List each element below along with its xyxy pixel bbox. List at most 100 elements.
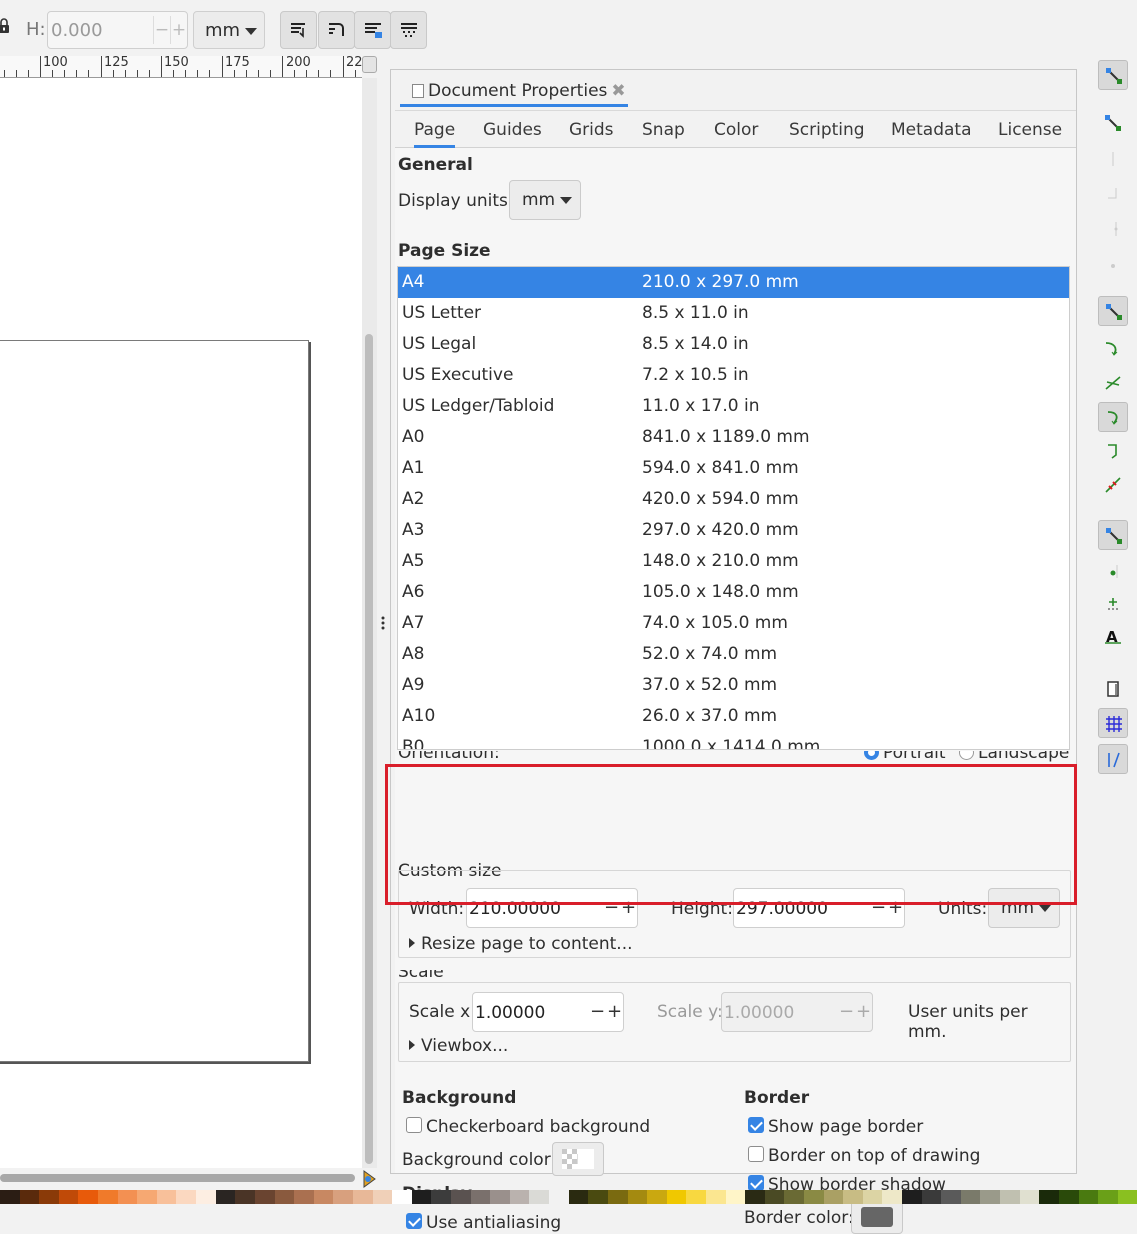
palette-swatch[interactable] (529, 1190, 550, 1204)
snap-text-baseline-button[interactable]: A (1098, 622, 1128, 652)
increment-icon[interactable]: + (170, 16, 187, 44)
palette-swatch[interactable] (0, 1190, 20, 1204)
list-item[interactable]: A2 420.0 x 594.0 mm (398, 484, 1069, 515)
palette-swatch[interactable] (1019, 1190, 1040, 1204)
landscape-radio[interactable] (959, 751, 974, 760)
border-on-top-checkbox[interactable] (748, 1146, 764, 1162)
close-icon[interactable]: ✖ (611, 81, 625, 101)
list-item[interactable]: US Executive 7.2 x 10.5 in (398, 360, 1069, 391)
decrement-icon[interactable]: − (590, 998, 605, 1026)
snap-bbox-center-button[interactable] (1098, 248, 1128, 278)
snap-intersections-button[interactable] (1098, 368, 1128, 398)
palette-swatch[interactable] (176, 1190, 197, 1204)
display-units-dropdown[interactable]: mm (509, 180, 581, 220)
palette-swatch[interactable] (1078, 1190, 1099, 1204)
palette-swatch[interactable] (803, 1190, 824, 1204)
palette-swatch[interactable] (352, 1190, 373, 1204)
scale-x-input[interactable] (475, 1002, 585, 1024)
snap-others-button[interactable] (1098, 520, 1128, 550)
enable-snapping-button[interactable] (1098, 60, 1128, 90)
color-palette[interactable] (0, 1190, 1137, 1204)
ruler-corner-button[interactable] (362, 56, 377, 73)
palette-swatch[interactable] (117, 1190, 138, 1204)
palette-swatch[interactable] (1000, 1190, 1020, 1204)
palette-swatch[interactable] (1098, 1190, 1118, 1204)
snap-nodes-button[interactable] (1098, 296, 1128, 326)
palette-swatch[interactable] (686, 1190, 706, 1204)
palette-swatch[interactable] (705, 1190, 726, 1204)
snap-guides-button[interactable] (1098, 744, 1128, 774)
scrollbar-thumb[interactable] (0, 1174, 355, 1182)
list-item[interactable]: US Letter 8.5 x 11.0 in (398, 298, 1069, 329)
list-item[interactable]: A4 210.0 x 297.0 mm (398, 267, 1069, 298)
palette-swatch[interactable] (372, 1190, 393, 1204)
palette-swatch[interactable] (215, 1190, 236, 1204)
palette-swatch[interactable] (666, 1190, 687, 1204)
palette-swatch[interactable] (490, 1190, 510, 1204)
viewbox-expander[interactable]: Viewbox... (409, 1036, 508, 1056)
palette-swatch[interactable] (725, 1190, 746, 1204)
palette-swatch[interactable] (980, 1190, 1001, 1204)
palette-swatch[interactable] (549, 1190, 569, 1204)
scale-x-spinbox[interactable]: − + (472, 992, 624, 1032)
palette-swatch[interactable] (333, 1190, 353, 1204)
palette-swatch[interactable] (607, 1190, 628, 1204)
palette-swatch[interactable] (58, 1190, 79, 1204)
tab-license[interactable]: License (998, 120, 1062, 140)
palette-swatch[interactable] (294, 1190, 314, 1204)
border-color-button[interactable] (851, 1200, 903, 1234)
color-managed-icon[interactable] (362, 1170, 376, 1188)
snap-paths-button[interactable] (1098, 334, 1128, 364)
palette-swatch[interactable] (1039, 1190, 1059, 1204)
snap-cusp-nodes-button[interactable] (1098, 402, 1128, 432)
snap-page-border-button[interactable] (1098, 674, 1128, 704)
palette-swatch[interactable] (627, 1190, 648, 1204)
tab-metadata[interactable]: Metadata (891, 120, 972, 140)
decrement-icon[interactable]: − (153, 16, 170, 44)
list-item[interactable]: A0 841.0 x 1189.0 mm (398, 422, 1069, 453)
transform-corners-button[interactable] (318, 11, 355, 49)
height-input[interactable] (51, 19, 151, 41)
lock-icon[interactable] (0, 18, 10, 34)
scrollbar-thumb[interactable] (365, 334, 373, 1164)
palette-swatch[interactable] (19, 1190, 40, 1204)
palette-swatch[interactable] (862, 1190, 883, 1204)
tab-page[interactable]: Page (414, 120, 456, 148)
dock-tab-document-properties[interactable]: Document Properties ✖ (400, 73, 628, 107)
palette-swatch[interactable] (313, 1190, 334, 1204)
palette-swatch[interactable] (568, 1190, 589, 1204)
tab-snap[interactable]: Snap (642, 120, 685, 140)
horizontal-scrollbar[interactable] (0, 1168, 376, 1190)
list-item[interactable]: A6 105.0 x 148.0 mm (398, 577, 1069, 608)
snap-rotation-centers-button[interactable] (1098, 588, 1128, 618)
palette-swatch[interactable] (764, 1190, 785, 1204)
panel-splitter-handle[interactable] (381, 616, 385, 630)
drawing-canvas[interactable] (0, 78, 362, 1168)
checkerboard-checkbox[interactable] (406, 1117, 422, 1133)
border-shadow-checkbox[interactable] (748, 1175, 764, 1191)
transform-patterns-button[interactable] (390, 11, 427, 49)
palette-swatch[interactable] (78, 1190, 99, 1204)
units-dropdown[interactable]: mm (193, 11, 265, 49)
palette-swatch[interactable] (843, 1190, 863, 1204)
palette-swatch[interactable] (137, 1190, 157, 1204)
palette-swatch[interactable] (196, 1190, 216, 1204)
palette-swatch[interactable] (902, 1190, 922, 1204)
snap-bbox-button[interactable] (1098, 108, 1128, 138)
palette-swatch[interactable] (451, 1190, 471, 1204)
palette-swatch[interactable] (274, 1190, 295, 1204)
list-item[interactable]: A8 52.0 x 74.0 mm (398, 639, 1069, 670)
snap-bbox-edge-button[interactable] (1098, 144, 1128, 174)
page-size-list[interactable]: A4 210.0 x 297.0 mm US Letter 8.5 x 11.0 i… (397, 266, 1070, 750)
palette-swatch[interactable] (39, 1190, 59, 1204)
palette-swatch[interactable] (941, 1190, 961, 1204)
antialiasing-checkbox[interactable] (406, 1213, 422, 1229)
tab-guides[interactable]: Guides (483, 120, 542, 140)
palette-swatch[interactable] (745, 1190, 765, 1204)
list-item[interactable]: A9 37.0 x 52.0 mm (398, 670, 1069, 701)
palette-swatch[interactable] (411, 1190, 432, 1204)
list-item[interactable]: US Ledger/Tabloid 11.0 x 17.0 in (398, 391, 1069, 422)
list-item[interactable]: A7 74.0 x 105.0 mm (398, 608, 1069, 639)
background-color-button[interactable] (552, 1142, 604, 1176)
palette-swatch[interactable] (823, 1190, 844, 1204)
